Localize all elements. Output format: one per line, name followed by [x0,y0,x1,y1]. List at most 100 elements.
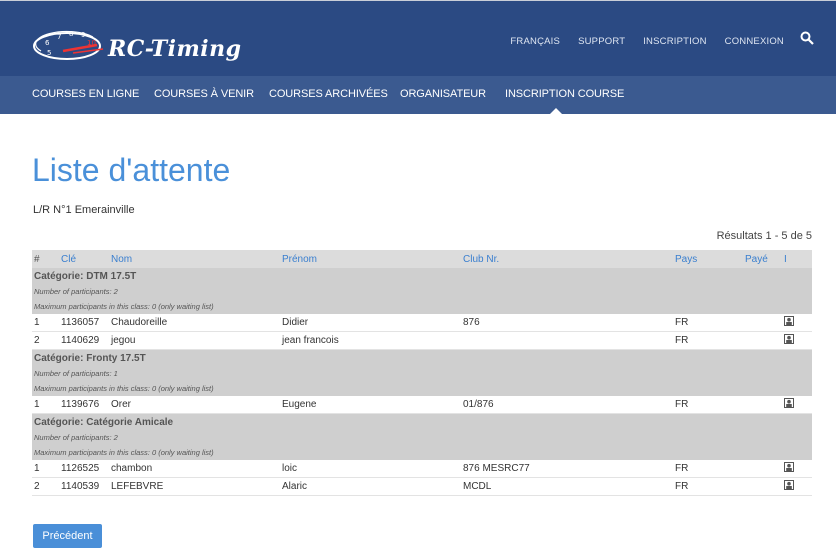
row-nom: LEFEBVRE [109,477,280,496]
nav-courses-en-ligne[interactable]: COURSES EN LIGNE [32,88,139,100]
row-club [461,331,673,350]
nav-inscription-course[interactable]: INSCRIPTION COURSE [505,88,624,100]
row-club: MCDL [461,477,673,496]
svg-text:5: 5 [47,49,51,57]
row-club: 876 MESRC77 [461,460,673,478]
row-club: 876 [461,314,673,332]
brand-name[interactable]: RC-Timing [108,36,242,62]
category-max: Maximum participants in this class: 0 (o… [32,381,812,396]
col-prenom[interactable]: Prénom [280,250,461,268]
active-nav-indicator [550,108,562,114]
row-pays: FR [673,314,743,332]
profile-icon[interactable] [784,462,794,475]
row-number: 2 [32,331,59,350]
row-info[interactable] [782,396,812,414]
nav-organisateur[interactable]: ORGANISATEUR [400,88,486,100]
row-pays: FR [673,331,743,350]
col-info[interactable]: I [782,250,812,268]
row-key: 1139676 [59,396,109,414]
search-icon[interactable] [800,31,814,45]
category-row: Catégorie: Fronty 17.5T [32,349,812,366]
row-key: 1126525 [59,460,109,478]
category-name: Catégorie: Catégorie Amicale [32,413,812,430]
col-pays[interactable]: Pays [673,250,743,268]
category-note-row: Maximum participants in this class: 0 (o… [32,381,812,396]
page-subtitle: L/R N°1 Emerainville [33,204,135,216]
page-title: Liste d'attente [32,152,231,188]
table-row: 1 1136057 Chaudoreille Didier 876 FR [32,314,812,332]
category-max: Maximum participants in this class: 0 (o… [32,299,812,314]
row-club: 01/876 [461,396,673,414]
nav-courses-archivees[interactable]: COURSES ARCHIVÉES [269,88,388,100]
waiting-list-table: # Clé Nom Prénom Club Nr. Pays Payé I Ca… [32,250,812,496]
row-pays: FR [673,396,743,414]
row-nom: jegou [109,331,280,350]
category-note-row: Number of participants: 1 [32,366,812,381]
link-support[interactable]: SUPPORT [578,36,625,47]
col-number: # [32,250,59,268]
row-info[interactable] [782,460,812,478]
row-nom: Orer [109,396,280,414]
col-paye[interactable]: Payé [743,250,782,268]
profile-icon[interactable] [784,334,794,347]
results-count: Résultats 1 - 5 de 5 [716,230,812,242]
svg-text:7: 7 [57,33,61,41]
category-note-row: Number of participants: 2 [32,284,812,299]
row-key: 1140539 [59,477,109,496]
category-note-row: Maximum participants in this class: 0 (o… [32,299,812,314]
category-participants: Number of participants: 2 [32,430,812,445]
table-row: 2 1140629 jegou jean francois FR [32,331,812,350]
row-paye [743,477,782,496]
link-login[interactable]: CONNEXION [725,36,784,47]
row-info[interactable] [782,477,812,496]
row-info[interactable] [782,314,812,332]
category-max: Maximum participants in this class: 0 (o… [32,445,812,460]
row-info[interactable] [782,331,812,350]
category-name: Catégorie: Fronty 17.5T [32,349,812,366]
svg-text:8: 8 [69,30,73,38]
link-language[interactable]: FRANÇAIS [510,36,560,47]
table-row: 2 1140539 LEFEBVRE Alaric MCDL FR [32,477,812,496]
main-nav: COURSES EN LIGNE COURSES À VENIR COURSES… [0,76,836,114]
row-key: 1136057 [59,314,109,332]
svg-text:9: 9 [81,31,85,39]
top-links: FRANÇAIS SUPPORT INSCRIPTION CONNEXION [510,36,784,47]
row-nom: Chaudoreille [109,314,280,332]
row-paye [743,314,782,332]
row-pays: FR [673,477,743,496]
table-row: 1 1126525 chambon loic 876 MESRC77 FR [32,460,812,478]
row-number: 1 [32,460,59,478]
row-number: 2 [32,477,59,496]
table-row: 1 1139676 Orer Eugene 01/876 FR [32,396,812,414]
row-nom: chambon [109,460,280,478]
top-header: 6 7 8 9 5 10 RC-Timing FRANÇAIS SUPPORT … [0,0,836,76]
svg-text:6: 6 [45,39,50,47]
row-pays: FR [673,460,743,478]
row-prenom: Alaric [280,477,461,496]
row-paye [743,460,782,478]
category-row: Catégorie: DTM 17.5T [32,268,812,284]
row-paye [743,331,782,350]
row-paye [743,396,782,414]
category-note-row: Maximum participants in this class: 0 (o… [32,445,812,460]
profile-icon[interactable] [784,398,794,411]
profile-icon[interactable] [784,480,794,493]
col-key[interactable]: Clé [59,250,109,268]
row-key: 1140629 [59,331,109,350]
category-participants: Number of participants: 1 [32,366,812,381]
category-name: Catégorie: DTM 17.5T [32,268,812,284]
row-prenom: Eugene [280,396,461,414]
row-prenom: Didier [280,314,461,332]
row-prenom: jean francois [280,331,461,350]
category-note-row: Number of participants: 2 [32,430,812,445]
col-nom[interactable]: Nom [109,250,280,268]
previous-button[interactable]: Précédent [33,524,102,548]
category-row: Catégorie: Catégorie Amicale [32,413,812,430]
row-number: 1 [32,314,59,332]
col-club[interactable]: Club Nr. [461,250,673,268]
category-participants: Number of participants: 2 [32,284,812,299]
nav-courses-a-venir[interactable]: COURSES À VENIR [154,88,254,100]
row-prenom: loic [280,460,461,478]
profile-icon[interactable] [784,316,794,329]
link-inscription[interactable]: INSCRIPTION [643,36,706,47]
